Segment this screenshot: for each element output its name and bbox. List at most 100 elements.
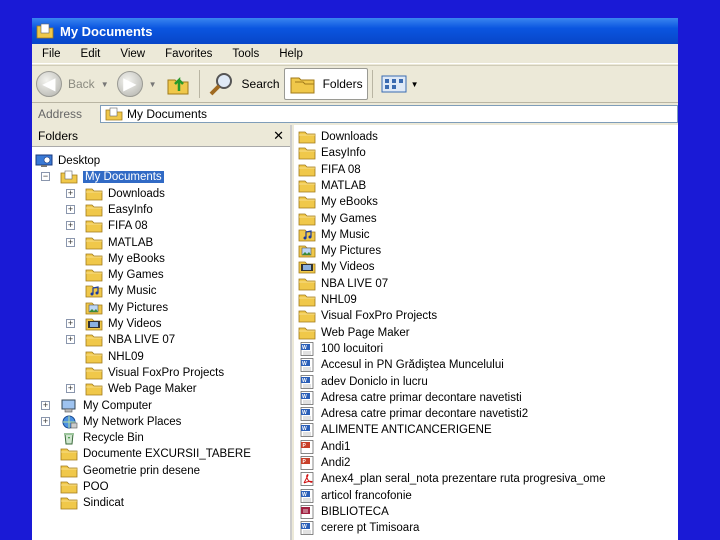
tree-item-my-computer[interactable]: My Computer	[60, 398, 152, 414]
file-item[interactable]: Wcerere pt Timisoara	[298, 520, 419, 536]
folder-icon	[298, 146, 316, 160]
tree-item-poo[interactable]: POO	[60, 479, 109, 495]
search-label: Search	[241, 77, 280, 91]
svg-text:W: W	[302, 394, 307, 400]
music-folder-icon	[85, 284, 103, 298]
expand-icon[interactable]: +	[66, 319, 75, 328]
file-item[interactable]: NHL09	[298, 292, 357, 308]
file-name: NHL09	[321, 294, 357, 306]
file-item[interactable]: My Pictures	[298, 243, 381, 259]
tree-item-my-games[interactable]: My Games	[85, 267, 164, 283]
file-name: My Videos	[321, 261, 375, 274]
file-item[interactable]: W Adresa catre primar decontare navetisti	[298, 390, 522, 406]
file-item[interactable]: W Adresa catre primar decontare navetisti…	[298, 406, 528, 422]
file-item[interactable]: EasyInfo	[298, 145, 366, 161]
back-button[interactable]: ◀ Back ▼	[32, 68, 113, 100]
expand-icon[interactable]: +	[66, 221, 75, 231]
tree-item-label: Geometrie prin desene	[83, 464, 200, 477]
file-name: cerere pt Timisoara	[321, 522, 420, 535]
menu-view[interactable]: View	[110, 48, 155, 60]
tree-item-my-ebooks[interactable]: My eBooks	[85, 251, 165, 267]
tree-item-label: Sindicat	[83, 497, 124, 510]
file-item[interactable]: NBA LIVE 07	[298, 276, 388, 292]
expand-icon[interactable]: +	[66, 188, 75, 198]
menu-help[interactable]: Help	[269, 48, 313, 60]
word-doc-icon: W	[298, 342, 316, 356]
file-item[interactable]: Web Page Maker	[298, 325, 410, 341]
file-item[interactable]: W 100 locuitori	[298, 341, 383, 357]
file-item[interactable]: W ALIMENTE ANTICANCERIGENE	[298, 422, 492, 438]
collapse-icon[interactable]: −	[41, 172, 50, 182]
tree-item-my-pictures[interactable]: My Pictures	[85, 300, 168, 316]
views-button[interactable]: ▼	[377, 68, 423, 100]
file-name: ALIMENTE ANTICANCERIGENE	[321, 424, 492, 437]
tree-item-desktop[interactable]: Desktop	[35, 153, 100, 169]
file-item[interactable]: W Accesul in PN Grădiştea Muncelului	[298, 357, 504, 373]
up-button[interactable]	[161, 68, 195, 100]
expand-icon[interactable]: +	[41, 400, 50, 410]
search-icon	[209, 73, 232, 96]
forward-dropdown-icon[interactable]: ▼	[149, 80, 157, 89]
tree-item-visual-foxpro-projects[interactable]: Visual FoxPro Projects	[85, 365, 224, 381]
file-item[interactable]: Visual FoxPro Projects	[298, 308, 437, 324]
tree-item-my-documents[interactable]: My Documents	[60, 169, 164, 185]
file-name: My eBooks	[321, 196, 378, 209]
views-dropdown-icon[interactable]: ▼	[411, 80, 419, 89]
file-name: FIFA 08	[321, 163, 361, 176]
file-item[interactable]: MATLAB	[298, 178, 366, 194]
file-name: articol francofonie	[321, 489, 412, 502]
tree-item-nba-live-07[interactable]: NBA LIVE 07	[85, 332, 175, 348]
expand-icon[interactable]: +	[41, 416, 50, 426]
search-button[interactable]: Search	[204, 68, 284, 100]
expand-icon[interactable]: +	[66, 335, 75, 345]
tree-item-nhl09[interactable]: NHL09	[85, 349, 144, 365]
folders-button[interactable]: Folders	[283, 68, 368, 100]
tree-item-fifa-08[interactable]: FIFA 08	[85, 218, 148, 234]
file-item[interactable]: My Games	[298, 211, 377, 227]
toolbar-separator	[371, 70, 373, 98]
close-icon[interactable]: ✕	[273, 128, 284, 144]
expand-icon[interactable]: +	[66, 204, 75, 214]
file-item[interactable]: Anex4_plan seral_nota prezentare ruta pr…	[298, 471, 606, 487]
menu-tools[interactable]: Tools	[222, 48, 269, 60]
folder-icon	[85, 366, 103, 380]
tree-item-sindicat[interactable]: Sindicat	[60, 495, 124, 511]
tree-item-web-page-maker[interactable]: Web Page Maker	[85, 381, 197, 397]
folder-up-icon	[167, 76, 189, 95]
file-item[interactable]: Warticol francofonie	[298, 488, 412, 504]
tree-item-my-videos[interactable]: My Videos	[85, 316, 161, 332]
file-item[interactable]: Wadev Doniclo in lucru	[298, 374, 428, 390]
menu-favorites[interactable]: Favorites	[155, 48, 222, 60]
expand-icon[interactable]: +	[66, 384, 75, 394]
tree-item-label: Documente EXCURSII_TABERE	[83, 448, 251, 461]
file-item[interactable]: My eBooks	[298, 194, 378, 210]
file-item[interactable]: Downloads	[298, 129, 378, 145]
tree-item-matlab[interactable]: MATLAB	[85, 235, 153, 251]
file-item[interactable]: P Andi2	[298, 455, 350, 471]
tree-item-downloads[interactable]: Downloads	[85, 186, 165, 202]
file-name: My Music	[321, 228, 370, 241]
file-item[interactable]: P Andi1	[298, 439, 350, 455]
file-item[interactable]: BIBLIOTECA	[298, 504, 389, 520]
forward-button[interactable]: ▶ ▼	[113, 68, 161, 100]
file-item[interactable]: My Videos	[298, 259, 374, 275]
tree-item-geometrie-prin-desene[interactable]: Geometrie prin desene	[60, 463, 200, 479]
tree-item-easyinfo[interactable]: EasyInfo	[85, 202, 153, 218]
tree-item-recycle-bin[interactable]: Recycle Bin	[60, 430, 144, 446]
tree-item-label: My Documents	[83, 171, 164, 184]
file-item[interactable]: My Music	[298, 227, 370, 243]
tree-item-my-network-places[interactable]: My Network Places	[60, 414, 181, 430]
menu-file[interactable]: File	[32, 48, 71, 60]
tree-item-my-music[interactable]: My Music	[85, 283, 157, 299]
svg-text:W: W	[302, 345, 307, 351]
folder-icon	[85, 350, 103, 364]
back-dropdown-icon[interactable]: ▼	[101, 80, 109, 89]
file-name: Adresa catre primar decontare navetisti	[321, 391, 522, 404]
file-item[interactable]: FIFA 08	[298, 162, 361, 178]
menu-edit[interactable]: Edit	[71, 48, 111, 60]
folder-icon	[85, 333, 103, 347]
tree-item-documente-excursii-tabere[interactable]: Documente EXCURSII_TABERE	[60, 446, 251, 462]
title-bar[interactable]: My Documents	[32, 18, 678, 44]
expand-icon[interactable]: +	[66, 237, 75, 247]
address-field[interactable]: My Documents	[100, 105, 678, 123]
